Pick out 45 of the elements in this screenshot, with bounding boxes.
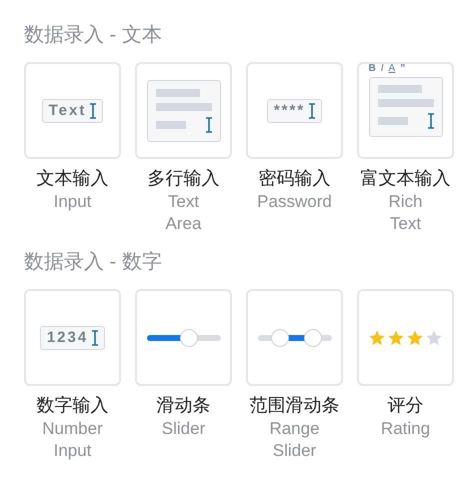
text-line-placeholder <box>378 117 408 125</box>
format-label: B <box>368 64 376 74</box>
component-english-name: Rating <box>380 418 430 440</box>
text-cursor-icon <box>92 330 98 346</box>
star-icon <box>425 328 443 346</box>
component-name: 范围滑动条 <box>250 394 340 417</box>
text-cursor-icon <box>309 102 316 118</box>
component-english-name: Range Slider <box>269 418 320 462</box>
text-cursor-icon <box>206 116 212 132</box>
component-english-name: Text Area <box>166 191 202 235</box>
component-name: 数字输入 <box>36 394 108 417</box>
component-name: 文本输入 <box>36 167 108 190</box>
field-value: Text <box>48 102 86 120</box>
star-icon <box>368 328 386 346</box>
component-english-name: Password <box>257 191 332 213</box>
star-icon <box>406 328 424 346</box>
field-value: 1234 <box>46 328 88 346</box>
component-name: 滑动条 <box>156 394 210 417</box>
component-name: 评分 <box>388 394 424 417</box>
text-line-placeholder <box>156 102 212 110</box>
component-name: 多行输入 <box>148 167 220 190</box>
text-line-placeholder <box>378 85 422 93</box>
text-cursor-icon <box>90 102 96 118</box>
format-label: A <box>388 64 396 74</box>
star-icon <box>387 328 405 346</box>
text-line-placeholder <box>156 88 200 96</box>
format-label: ” <box>400 64 406 74</box>
component-card[interactable]: **** <box>246 62 343 159</box>
section-title: 数据录入 - 数字 <box>24 250 163 275</box>
format-label: I <box>380 64 384 74</box>
component-english-name: Number Input <box>42 418 103 462</box>
component-english-name: Rich Text <box>388 191 422 235</box>
text-line-placeholder <box>378 99 434 107</box>
text-cursor-icon <box>428 113 434 129</box>
component-card[interactable]: B I A ” <box>357 62 454 159</box>
component-name: 密码输入 <box>258 167 330 190</box>
component-card[interactable]: 1234 <box>24 289 121 386</box>
section-title: 数据录入 - 文本 <box>24 23 163 48</box>
component-card[interactable] <box>135 289 232 386</box>
component-english-name: Slider <box>162 418 206 440</box>
component-english-name: Input <box>54 191 92 213</box>
field-value: **** <box>274 102 306 120</box>
text-line-placeholder <box>156 120 186 128</box>
component-name: 富文本输入 <box>360 167 450 190</box>
component-card[interactable]: Text <box>24 62 121 159</box>
